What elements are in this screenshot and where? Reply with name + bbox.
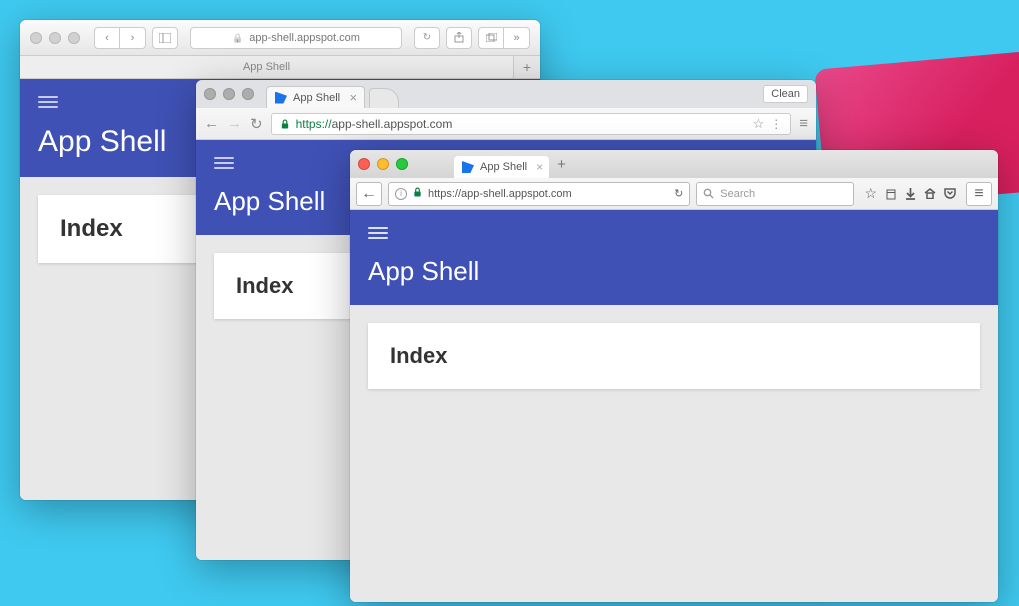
nav-buttons: ‹ › (94, 27, 146, 49)
back-button[interactable]: ‹ (94, 27, 120, 49)
chrome-toolbar: ← → ↻ https://app-shell.appspot.com ☆ ⋮ … (196, 108, 816, 140)
tab-active[interactable]: App Shell × (266, 86, 365, 108)
close-icon[interactable] (204, 88, 216, 100)
new-tab-button[interactable]: + (557, 156, 566, 173)
tab-label: App Shell (293, 92, 340, 104)
chrome-tabbar: App Shell × Clean (196, 80, 816, 108)
sidebar-button[interactable] (152, 27, 178, 49)
new-tab-affordance[interactable] (369, 88, 399, 108)
home-icon[interactable] (924, 185, 936, 202)
menu-button[interactable]: ≡ (966, 182, 992, 206)
traffic-lights[interactable] (204, 88, 254, 100)
back-button[interactable]: ← (204, 115, 219, 132)
reload-button[interactable]: ↻ (250, 115, 263, 133)
content-card: Index (368, 323, 980, 389)
minimize-icon[interactable] (377, 158, 389, 170)
favicon-icon (275, 92, 287, 104)
reload-button[interactable]: ↻ (414, 27, 440, 49)
firefox-toolbar: ← i https://app-shell.appspot.com ↻ Sear… (350, 178, 998, 210)
hamburger-icon[interactable] (368, 224, 388, 242)
url-text: https://app-shell.appspot.com (428, 188, 572, 200)
favicon-icon (462, 161, 474, 173)
url-bar[interactable]: i https://app-shell.appspot.com ↻ (388, 182, 690, 206)
close-icon[interactable] (358, 158, 370, 170)
new-tab-button[interactable]: + (514, 56, 540, 78)
library-icon[interactable] (885, 185, 897, 202)
zoom-icon[interactable] (242, 88, 254, 100)
reload-button[interactable]: ↻ (674, 187, 683, 200)
url-bar[interactable]: https://app-shell.appspot.com ☆ ⋮ (271, 113, 792, 135)
url-text: app-shell.appspot.com (249, 32, 360, 44)
url-bar[interactable]: app-shell.appspot.com (190, 27, 402, 49)
downloads-icon[interactable] (905, 185, 916, 202)
firefox-window: App Shell × + ← i https://app-shell.apps… (350, 150, 998, 602)
close-tab-icon[interactable]: × (350, 91, 358, 104)
toolbar-extras: » (478, 27, 530, 49)
lock-icon (232, 32, 243, 44)
card-heading: Index (390, 343, 958, 369)
minimize-icon[interactable] (223, 88, 235, 100)
zoom-icon[interactable] (396, 158, 408, 170)
tab-label: App Shell (480, 161, 527, 173)
forward-button[interactable]: → (227, 115, 242, 132)
menu-button[interactable]: ≡ (799, 115, 808, 132)
page-viewport: App Shell Index (350, 210, 998, 602)
tab-active[interactable]: App Shell × (454, 156, 549, 178)
share-button[interactable] (446, 27, 472, 49)
firefox-tabbar: App Shell × + (350, 150, 998, 178)
app-header: App Shell (350, 210, 998, 305)
search-bar[interactable]: Search (696, 182, 854, 206)
url-text: https://app-shell.appspot.com (296, 117, 453, 131)
tabs-button[interactable] (478, 27, 504, 49)
clean-button[interactable]: Clean (763, 85, 808, 103)
zoom-icon[interactable] (68, 32, 80, 44)
traffic-lights[interactable] (358, 158, 408, 170)
traffic-lights[interactable] (30, 32, 80, 44)
bookmark-star-icon[interactable]: ☆ (864, 185, 877, 202)
search-icon (703, 188, 714, 199)
safari-tabbar: App Shell + (20, 56, 540, 79)
page-menu-icon[interactable]: ⋮ (770, 117, 782, 131)
hamburger-icon[interactable] (214, 154, 234, 172)
bookmark-star-icon[interactable]: ☆ (753, 116, 765, 132)
tab-active[interactable]: App Shell (20, 56, 514, 78)
back-button[interactable]: ← (356, 182, 382, 206)
safari-toolbar: ‹ › app-shell.appspot.com ↻ » (20, 20, 540, 56)
toolbar-icons: ☆ (860, 185, 960, 202)
overflow-button[interactable]: » (504, 27, 530, 49)
close-icon[interactable] (30, 32, 42, 44)
app-title: App Shell (368, 256, 980, 287)
lock-icon (280, 119, 290, 129)
hamburger-icon[interactable] (38, 93, 58, 111)
close-tab-icon[interactable]: × (536, 160, 543, 174)
site-info-icon[interactable]: i (395, 188, 407, 200)
search-placeholder: Search (720, 188, 755, 200)
pocket-icon[interactable] (944, 185, 956, 202)
minimize-icon[interactable] (49, 32, 61, 44)
tab-label: App Shell (243, 61, 290, 73)
lock-icon (413, 187, 422, 200)
forward-button[interactable]: › (120, 27, 146, 49)
